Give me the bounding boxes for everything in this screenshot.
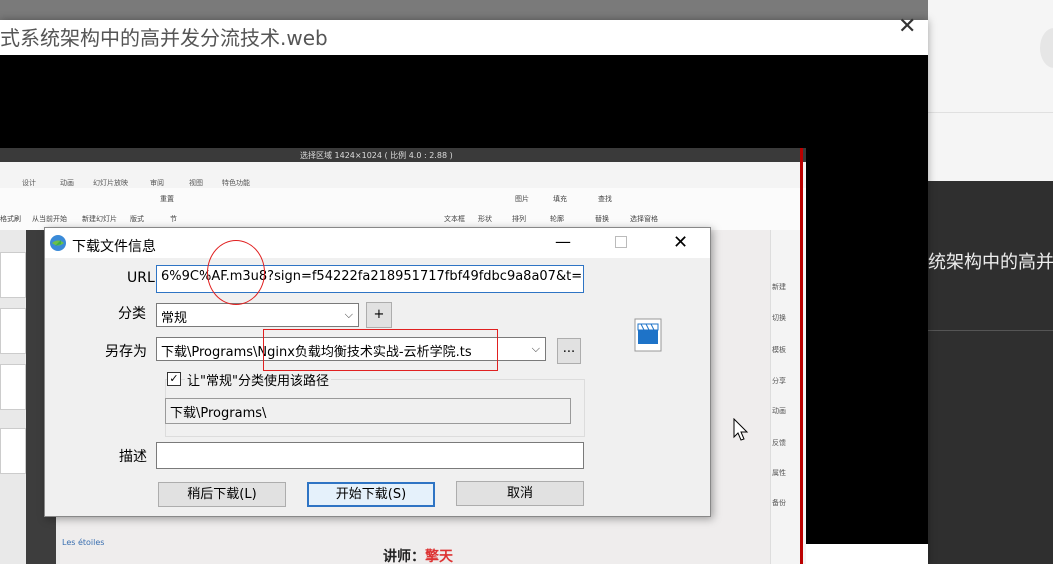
description-label: 描述 xyxy=(119,449,147,465)
slide-thumbnail[interactable] xyxy=(0,308,26,354)
ppt-tab: 视图 xyxy=(189,179,203,187)
default-path-field: 下载\Programs\ xyxy=(165,398,571,424)
video-file-icon xyxy=(634,318,662,352)
ribbon-label: 节 xyxy=(170,215,177,223)
close-icon[interactable]: ✕ xyxy=(673,232,688,253)
ribbon-label: 新建幻灯片 xyxy=(82,215,117,223)
ribbon-label: 轮廓 xyxy=(550,215,564,223)
course-title-text: 统架构中的高并 xyxy=(928,252,1053,273)
divider xyxy=(928,112,1053,113)
player-title: 式系统架构中的高并发分流技术.web xyxy=(0,26,328,50)
side-label: 备份 xyxy=(772,499,786,507)
ribbon-label: 文本框 xyxy=(444,215,465,223)
saveas-label: 另存为 xyxy=(105,344,147,360)
ppt-tab: 设计 xyxy=(22,179,36,187)
start-download-button[interactable]: 开始下载(S) xyxy=(307,482,435,507)
recording-border xyxy=(800,148,803,564)
cancel-button[interactable]: 取消 xyxy=(456,481,584,506)
mouse-cursor-icon xyxy=(733,418,749,441)
course-panel xyxy=(928,181,1053,564)
side-label: 新建 xyxy=(772,283,786,291)
category-select[interactable]: 常规 ⌵ xyxy=(156,303,359,327)
side-label: 属性 xyxy=(772,469,786,477)
category-value: 常规 xyxy=(161,311,188,326)
annotation-circle xyxy=(207,240,265,305)
side-label: 模板 xyxy=(772,346,786,354)
ppt-tab: 幻灯片放映 xyxy=(93,179,128,187)
download-later-button[interactable]: 稍后下载(L) xyxy=(158,482,286,507)
ribbon-label: 选择窗格 xyxy=(630,215,658,223)
divider xyxy=(928,330,1053,331)
ppt-tab: 审阅 xyxy=(150,179,164,187)
chevron-down-icon: ⌵ xyxy=(531,342,540,355)
globe-download-icon xyxy=(50,235,66,251)
ribbon-label: 版式 xyxy=(130,215,144,223)
ppt-tab: 特色功能 xyxy=(222,179,250,187)
chat-username: Les étoiles xyxy=(62,538,105,547)
add-category-button[interactable]: + xyxy=(366,302,392,328)
side-label: 反馈 xyxy=(772,439,786,447)
side-label: 动画 xyxy=(772,407,786,415)
download-dialog: 下载文件信息 — ✕ URL 6%9C%AF.m3u8?sign=f54222f… xyxy=(44,227,711,517)
use-path-checkbox[interactable]: ✓ xyxy=(167,372,181,386)
minimize-icon[interactable]: — xyxy=(555,232,571,251)
ribbon-label: 形状 xyxy=(478,215,492,223)
ribbon-label: 填充 xyxy=(553,195,567,203)
ribbon-label: 格式刷 xyxy=(0,215,21,223)
slide-thumbnail[interactable] xyxy=(0,428,26,474)
ribbon-label: 重置 xyxy=(160,195,174,203)
lecturer-prefix: 讲师： xyxy=(383,549,425,564)
description-field[interactable] xyxy=(156,442,584,469)
slide-thumbnail[interactable] xyxy=(0,364,26,410)
chevron-down-icon: ⌵ xyxy=(344,308,353,321)
lecturer-name: 擎天 xyxy=(425,549,453,564)
ppt-ribbon xyxy=(0,188,806,231)
browse-button[interactable]: ... xyxy=(557,338,581,364)
slide-thumbnail[interactable] xyxy=(0,252,26,298)
ribbon-label: 替换 xyxy=(595,215,609,223)
side-label: 分享 xyxy=(772,377,786,385)
ppt-tab: 动画 xyxy=(60,179,74,187)
lecturer-label: 讲师：擎天 xyxy=(383,546,453,564)
side-label: 切换 xyxy=(772,314,786,322)
category-label: 分类 xyxy=(118,306,146,322)
maximize-icon[interactable] xyxy=(615,236,627,248)
recording-region-text: 选择区域 1424×1024 ( 比例 4.0 : 2.88 ) xyxy=(300,151,453,160)
ribbon-label: 查找 xyxy=(598,195,612,203)
ribbon-label: 排列 xyxy=(512,215,526,223)
url-label: URL xyxy=(127,270,155,286)
dialog-title: 下载文件信息 xyxy=(72,239,156,255)
close-icon[interactable]: ✕ xyxy=(898,16,916,38)
ribbon-label: 图片 xyxy=(515,195,529,203)
use-path-label: 让"常规"分类使用该路径 xyxy=(185,370,331,389)
annotation-rectangle xyxy=(263,329,498,371)
ribbon-label: 从当前开始 xyxy=(32,215,67,223)
